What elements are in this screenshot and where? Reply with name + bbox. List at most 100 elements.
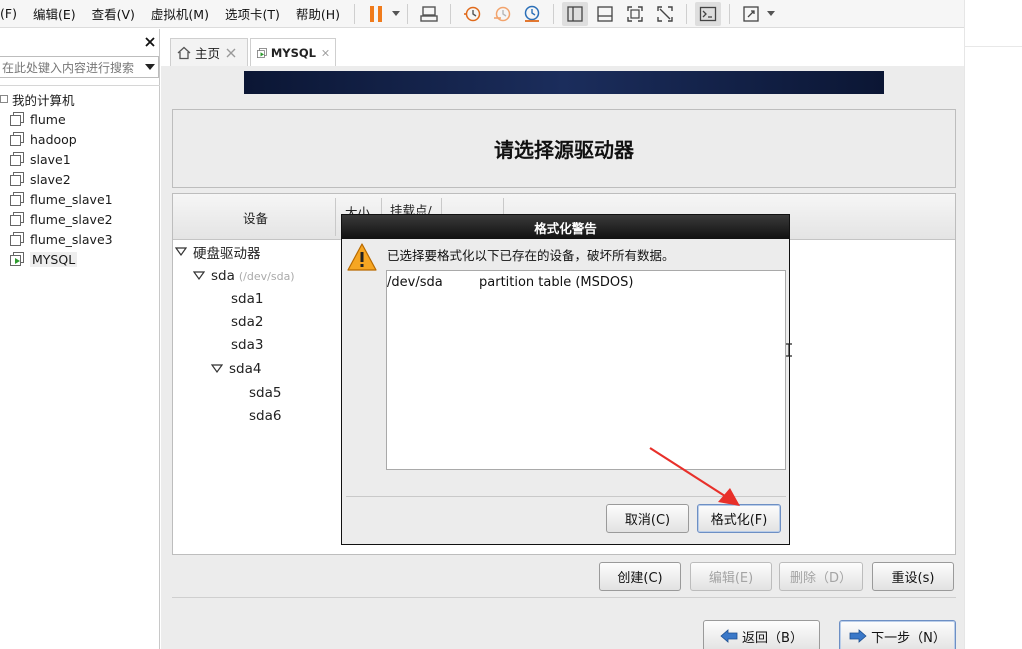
vm-label: slave2 xyxy=(30,171,71,187)
tree-root-my-computer[interactable]: 我的计算机 xyxy=(0,89,75,109)
menu-help[interactable]: 帮助(H) xyxy=(288,4,348,23)
vm-item-flume-slave3[interactable]: flume_slave3 xyxy=(10,229,113,249)
empty-right-area xyxy=(964,0,1022,649)
next-button-label: 下一步（N） xyxy=(871,630,946,646)
home-icon xyxy=(177,46,191,59)
pause-dropdown-button[interactable] xyxy=(391,2,401,26)
arrow-right-icon xyxy=(849,629,867,643)
library-search[interactable]: 在此处键入内容进行搜索 xyxy=(0,56,159,78)
delete-button[interactable]: 删除（D） xyxy=(779,562,863,591)
show-library-button[interactable] xyxy=(562,1,589,26)
vm-item-flume[interactable]: flume xyxy=(10,109,66,129)
reset-button[interactable]: 重设(s) xyxy=(872,562,954,591)
list-item[interactable]: /dev/sda partition table (MSDOS) xyxy=(387,273,633,291)
page-title: 请选择源驱动器 xyxy=(494,138,634,162)
vm-label: slave1 xyxy=(30,151,71,167)
unity-button[interactable] xyxy=(652,2,678,26)
tree-row-sda1[interactable]: sda1 xyxy=(231,288,263,310)
tree-row-label: sda xyxy=(211,268,235,284)
thumbnail-bar-button[interactable] xyxy=(592,2,618,26)
expand-triangle-icon[interactable] xyxy=(211,364,223,374)
tree-row-sda4[interactable]: sda4 xyxy=(211,358,261,380)
back-button[interactable]: 返回（B） xyxy=(703,620,820,649)
edit-button[interactable]: 编辑(E) xyxy=(690,562,772,591)
vm-label: flume_slave1 xyxy=(30,191,113,207)
menu-file[interactable]: (F) xyxy=(0,6,25,21)
close-icon[interactable] xyxy=(226,48,236,58)
vm-item-slave2[interactable]: slave2 xyxy=(10,169,71,189)
cancel-button[interactable]: 取消(C) xyxy=(606,504,689,533)
expand-triangle-icon[interactable] xyxy=(175,247,187,257)
stretch-guest-button[interactable] xyxy=(738,2,764,26)
full-screen-button[interactable] xyxy=(622,2,648,26)
pause-icon xyxy=(370,5,383,22)
toolbar-divider xyxy=(407,3,409,24)
vm-item-mysql[interactable]: MYSQL xyxy=(10,249,78,269)
tree-row-label: 硬盘驱动器 xyxy=(193,246,261,262)
revert-snapshot-icon xyxy=(494,6,511,21)
collapse-box-icon xyxy=(0,95,8,103)
vm-item-slave1[interactable]: slave1 xyxy=(10,149,71,169)
close-icon xyxy=(145,37,155,47)
divider xyxy=(0,85,160,86)
vm-item-hadoop[interactable]: hadoop xyxy=(10,129,77,149)
send-keys-button[interactable] xyxy=(416,2,442,26)
tree-row-sda[interactable]: sda (/dev/sda) xyxy=(193,265,295,287)
search-dropdown-button[interactable] xyxy=(142,63,158,71)
tree-row-sda2[interactable]: sda2 xyxy=(231,311,263,333)
tree-row-label: sda5 xyxy=(249,385,282,401)
format-button[interactable]: 格式化(F) xyxy=(697,504,781,533)
installer-banner xyxy=(244,71,884,94)
close-library-button[interactable] xyxy=(143,35,157,49)
tree-row-label: sda2 xyxy=(231,314,264,330)
toolbar-divider xyxy=(450,3,452,24)
toolbar-divider xyxy=(686,3,688,24)
chevron-down-icon xyxy=(392,10,401,16)
stretch-dropdown-button[interactable] xyxy=(766,2,776,26)
menu-vm[interactable]: 虚拟机(M) xyxy=(143,4,217,23)
snapshot-manager-icon xyxy=(524,5,540,22)
tree-row-sda6[interactable]: sda6 xyxy=(249,405,281,427)
tree-row-sda5[interactable]: sda5 xyxy=(249,382,281,404)
tree-row-sda3[interactable]: sda3 xyxy=(231,334,263,356)
menu-view[interactable]: 查看(V) xyxy=(84,4,143,23)
console-view-button[interactable] xyxy=(695,1,722,26)
vm-label: flume xyxy=(30,111,66,127)
dialog-message: 已选择要格式化以下已存在的设备，破坏所有数据。 xyxy=(387,248,675,263)
take-snapshot-button[interactable] xyxy=(459,2,485,26)
menu-edit[interactable]: 编辑(E) xyxy=(25,4,84,23)
close-icon[interactable] xyxy=(322,48,329,58)
arrow-left-icon xyxy=(720,629,738,643)
vm-running-icon xyxy=(10,252,24,266)
divider xyxy=(172,597,956,598)
tree-row-hard-drives[interactable]: 硬盘驱动器 xyxy=(175,241,261,263)
tab-home[interactable]: 主页 xyxy=(170,38,248,66)
tree-row-label: sda3 xyxy=(231,337,264,353)
next-button[interactable]: 下一步（N） xyxy=(839,620,956,649)
toolbar-divider xyxy=(553,3,555,24)
thumbnail-icon xyxy=(597,5,613,22)
warning-icon xyxy=(347,243,377,271)
revert-snapshot-button[interactable] xyxy=(489,2,515,26)
sidebar-toggle-icon xyxy=(567,5,583,22)
tab-mysql[interactable]: MYSQL xyxy=(250,38,336,66)
toolbar-divider xyxy=(354,3,356,24)
vm-item-flume-slave1[interactable]: flume_slave1 xyxy=(10,189,113,209)
snapshot-icon xyxy=(464,6,481,21)
create-button[interactable]: 创建(C) xyxy=(599,562,681,591)
column-header-device[interactable]: 设备 xyxy=(243,194,268,240)
chevron-down-icon xyxy=(767,10,776,16)
vm-label: hadoop xyxy=(30,131,77,147)
menu-tabs[interactable]: 选项卡(T) xyxy=(217,4,288,23)
vm-item-flume-slave2[interactable]: flume_slave2 xyxy=(10,209,113,229)
device-path: (/dev/sda) xyxy=(238,269,295,283)
search-input[interactable]: 在此处键入内容进行搜索 xyxy=(0,59,142,76)
toolbar-divider xyxy=(729,3,731,24)
format-device-list[interactable]: /dev/sda partition table (MSDOS) xyxy=(386,270,792,470)
vm-icon xyxy=(10,192,24,206)
snapshot-manager-button[interactable] xyxy=(519,2,545,26)
installer-header: 请选择源驱动器 xyxy=(172,109,956,188)
tab-label: MYSQL xyxy=(270,45,316,60)
expand-triangle-icon[interactable] xyxy=(193,271,205,281)
pause-button[interactable] xyxy=(363,2,389,26)
